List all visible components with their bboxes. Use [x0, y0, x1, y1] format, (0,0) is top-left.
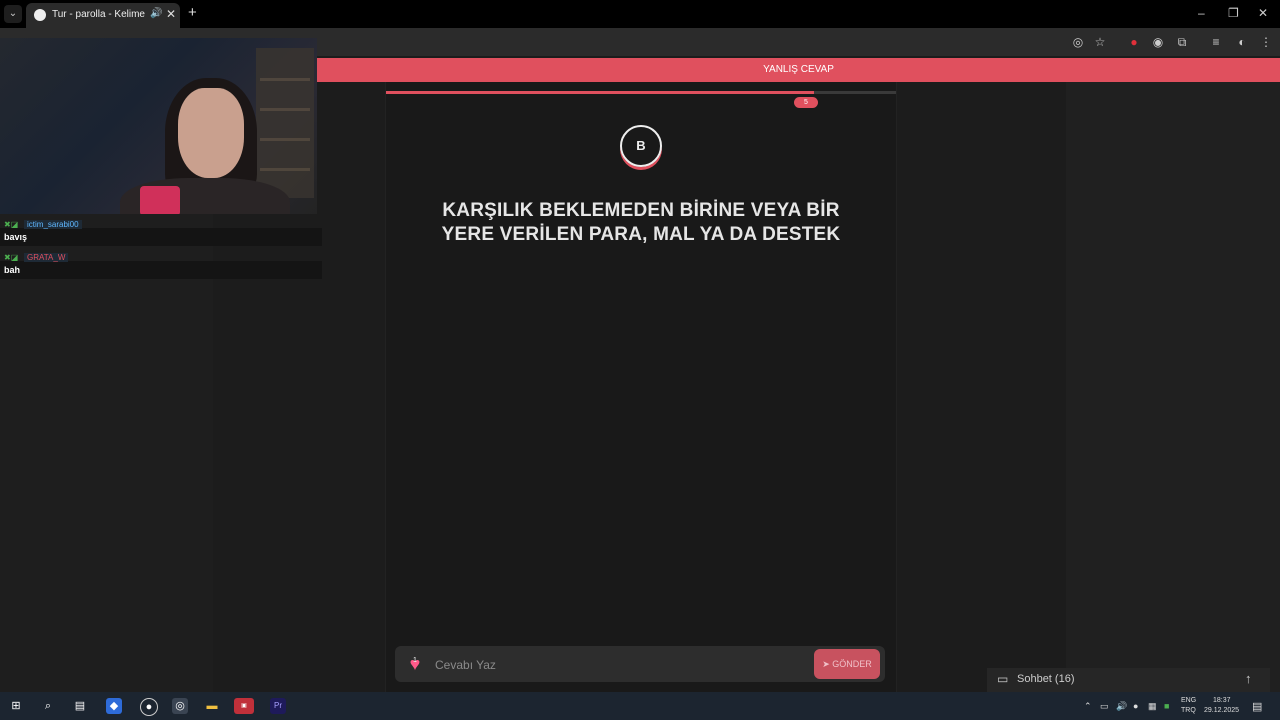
progress-fill	[386, 91, 815, 94]
answer-bar: ♥ 1 ➤ GÖNDER	[395, 646, 885, 682]
puzzle-icon[interactable]: ⧉	[1174, 34, 1190, 50]
browser-tab[interactable]: Tur - parolla - Kelime oyunu 🔊 ✕	[26, 3, 180, 28]
answer-input[interactable]	[433, 652, 797, 678]
streamer-scarf	[140, 186, 180, 214]
language-bottom[interactable]: TRQ	[1181, 707, 1196, 714]
favicon-icon	[34, 9, 46, 21]
banner-text: YANLIŞ CEVAP	[763, 64, 834, 75]
obs-icon[interactable]: ●	[140, 698, 158, 716]
score-badge: 5	[794, 97, 818, 108]
maximize-button[interactable]: ❐	[1228, 6, 1239, 20]
windows-taskbar: ⊞ ⌕ ▤ ◆ ● ◎ ▬ ▣ Pr ⌃ ▭ 🔊 ● ▦ ■ ENG TRQ 1…	[0, 692, 1280, 720]
volume-icon[interactable]: 🔊	[1116, 701, 1127, 712]
task-view-icon[interactable]: ▤	[72, 698, 88, 714]
menu-kebab-icon[interactable]: ⋮	[1258, 34, 1274, 50]
chat-name-row: ✖◪ ictim_sarabi00	[0, 214, 322, 229]
voicemod-icon[interactable]: ▣	[234, 698, 254, 714]
windows-start-icon[interactable]: ⊞	[8, 698, 24, 714]
extension-circle-icon[interactable]: ◉	[1150, 34, 1166, 50]
premiere-icon[interactable]: Pr	[270, 698, 286, 714]
clue-text: KARŞILIK BEKLEMEDEN BİRİNE VEYA BİR YERE…	[441, 200, 841, 245]
notification-icon[interactable]: ▤	[1252, 700, 1262, 713]
close-icon[interactable]: ✕	[166, 7, 176, 21]
chat-name-row: ✖◪ GRATA_W	[0, 247, 322, 262]
file-explorer-icon[interactable]: ▬	[204, 698, 220, 714]
network-icon[interactable]: ▦	[1148, 701, 1157, 712]
window-close-button[interactable]: ✕	[1258, 6, 1268, 20]
battery-icon[interactable]: ▭	[1100, 701, 1109, 712]
app-tray-icon[interactable]: ■	[1164, 701, 1169, 711]
clock-time[interactable]: 18:37	[1213, 697, 1231, 704]
chat-bubble-icon: ▭	[997, 672, 1009, 686]
current-letter: B	[620, 125, 662, 167]
chat-toggle-label: Sohbet (16)	[1017, 673, 1075, 685]
media-control-icon[interactable]: ≡	[1208, 34, 1224, 50]
bookshelf	[256, 48, 314, 198]
language-top[interactable]: ENG	[1181, 697, 1196, 704]
eye-off-icon[interactable]: ◎	[1070, 34, 1086, 50]
send-label: GÖNDER	[832, 659, 872, 669]
badge-icon: ✖◪	[4, 253, 19, 262]
send-button[interactable]: ➤ GÖNDER	[814, 649, 880, 679]
stream-chat-overlay: ✖◪ ictim_sarabi00 bavış ✖◪ GRATA_W bah	[0, 214, 322, 280]
progress-bar	[386, 91, 896, 94]
lives-count: 1	[413, 657, 417, 664]
tab-strip: ⌄ Tur - parolla - Kelime oyunu 🔊 ✕ + – ❐…	[0, 0, 1280, 28]
webcam-overlay	[0, 38, 317, 214]
minimize-button[interactable]: –	[1198, 6, 1205, 20]
badge-icon: ✖◪	[4, 220, 19, 229]
chat-username: GRATA_W	[24, 253, 69, 262]
search-icon[interactable]: ⌕	[40, 698, 56, 714]
copilot-icon[interactable]: ◆	[106, 698, 122, 714]
profile-avatar-icon[interactable]: ◐	[1234, 34, 1250, 50]
game-board: 5 B KARŞILIK BEKLEMEDEN BİRİNE VEYA BİR …	[385, 82, 897, 692]
arrow-up-icon[interactable]: ↑	[1245, 671, 1252, 686]
clock-date[interactable]: 29.12.2025	[1204, 707, 1239, 714]
chat-toggle[interactable]: ▭ Sohbet (16) ↑	[987, 668, 1270, 692]
chrome-icon[interactable]: ◎	[172, 698, 188, 714]
chat-message: bavış	[0, 228, 322, 246]
chat-username: ictim_sarabi00	[24, 220, 82, 229]
tab-title: Tur - parolla - Kelime oyunu	[52, 9, 148, 20]
right-panel	[1066, 82, 1280, 692]
microphone-icon[interactable]: ●	[1133, 701, 1138, 711]
speaker-icon[interactable]: 🔊	[150, 8, 162, 19]
tab-search-button[interactable]: ⌄	[4, 5, 22, 23]
extension-red-icon[interactable]: ●	[1126, 34, 1142, 50]
chat-message: bah	[0, 261, 322, 279]
tray-arrow-icon[interactable]: ⌃	[1084, 701, 1092, 712]
send-icon: ➤	[822, 659, 833, 669]
wrong-answer-banner: YANLIŞ CEVAP	[317, 58, 1280, 82]
new-tab-button[interactable]: +	[188, 5, 197, 20]
streamer-face	[178, 88, 244, 178]
star-icon[interactable]: ☆	[1092, 34, 1108, 50]
